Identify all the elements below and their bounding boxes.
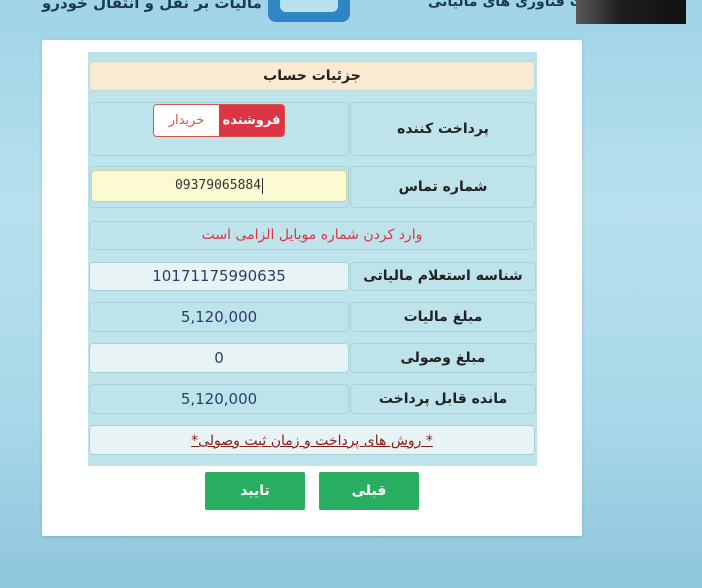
remaining-amount-value: 5,120,000	[89, 384, 349, 414]
inquiry-id-label: شناسه استعلام مالیاتی	[350, 262, 536, 291]
tax-amount-value: 5,120,000	[89, 302, 349, 332]
header-image	[576, 0, 686, 24]
header-logo-icon	[268, 0, 350, 22]
phone-input[interactable]: 09379065884	[91, 170, 347, 202]
payer-option-seller[interactable]: فروشنده	[219, 105, 284, 136]
collected-amount-label: مبلغ وصولی	[350, 343, 536, 373]
confirm-button[interactable]: تایید	[205, 472, 305, 510]
payer-label: پرداخت کننده	[350, 102, 536, 156]
phone-input-value: 09379065884	[174, 178, 262, 193]
remaining-amount-label: مانده قابل پرداخت	[350, 384, 536, 414]
tax-amount-label: مبلغ مالیات	[350, 302, 536, 332]
collected-amount-value: 0	[89, 343, 349, 373]
page-header: سامانه مالیات بر نقل و انتقال خودرو معاو…	[0, 0, 702, 24]
payer-option-buyer[interactable]: خریدار	[154, 105, 219, 136]
text-cursor	[262, 177, 264, 194]
payment-methods-link[interactable]: *روش های پرداخت و زمان ثبت وصولی *	[191, 433, 433, 449]
inquiry-id-value: 10171175990635	[89, 262, 349, 291]
phone-label: شماره تماس	[350, 166, 536, 208]
panel-title: جزئیات حساب	[89, 61, 535, 91]
phone-error-message: وارد کردن شماره موبایل الزامی است	[89, 221, 535, 250]
previous-button[interactable]: قبلی	[319, 472, 419, 510]
payment-methods-row: *روش های پرداخت و زمان ثبت وصولی *	[89, 425, 535, 455]
payer-toggle: خریدار فروشنده	[153, 104, 285, 137]
